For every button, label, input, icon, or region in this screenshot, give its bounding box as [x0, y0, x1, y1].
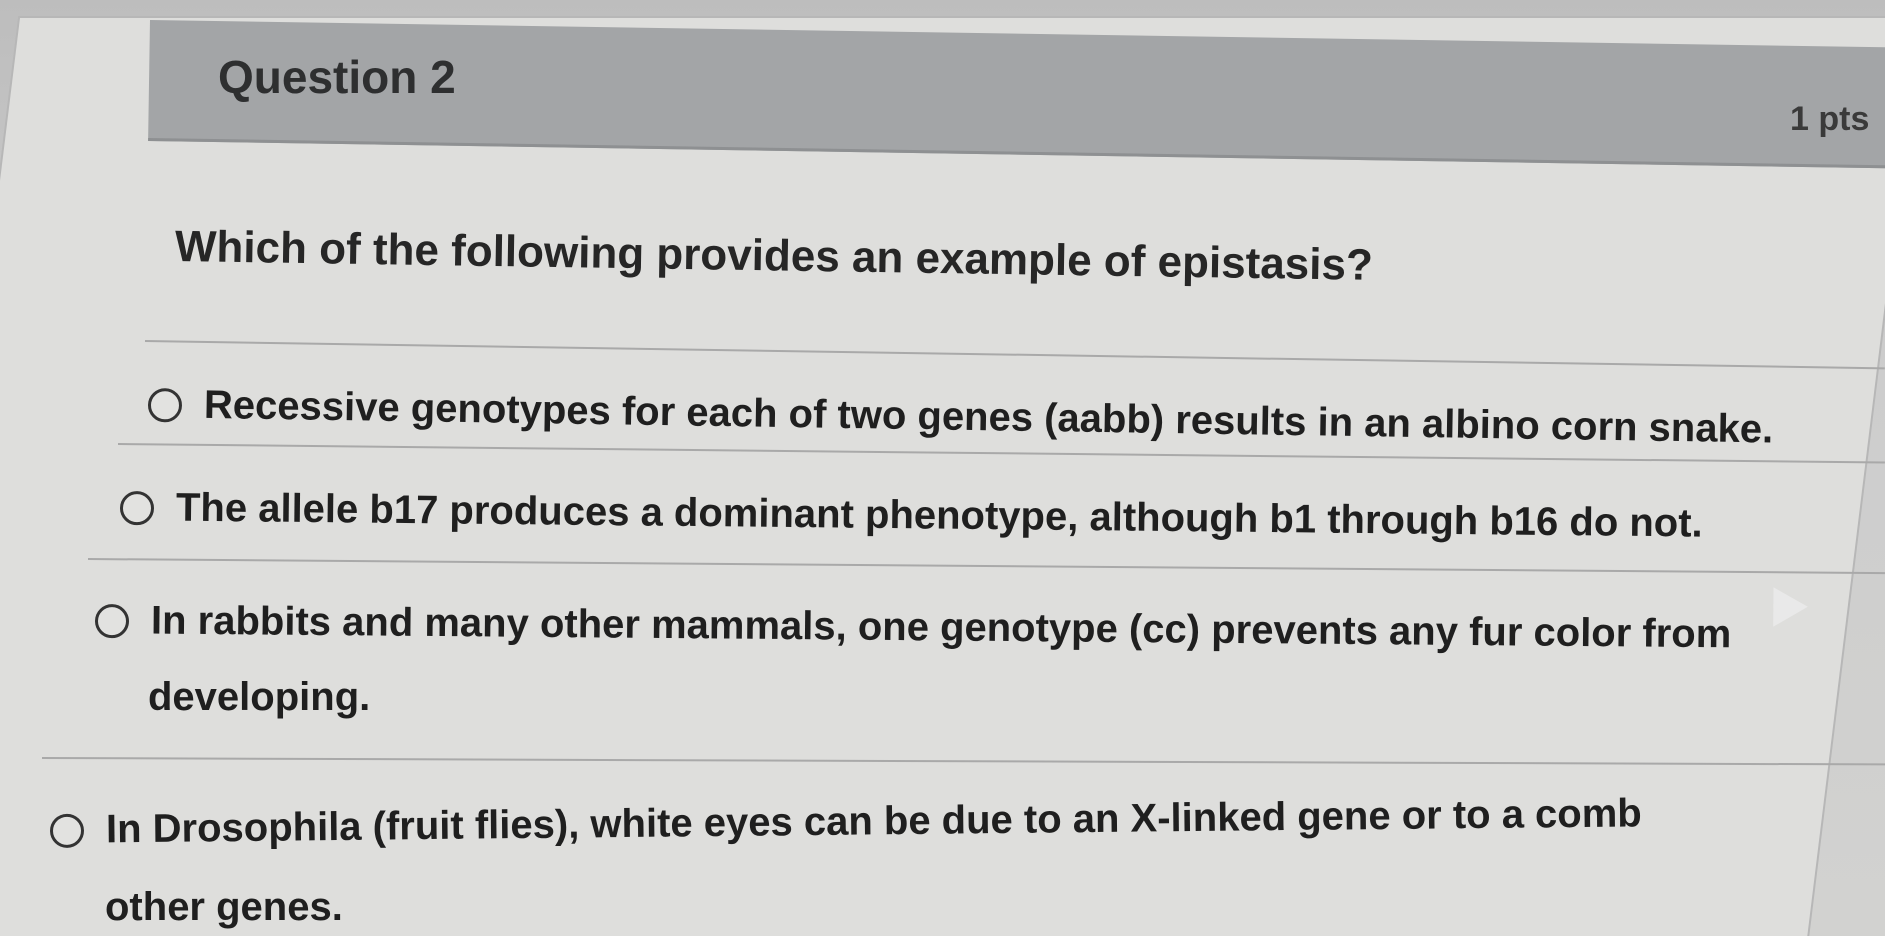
radio-button-icon[interactable] — [119, 490, 155, 525]
radio-button-icon[interactable] — [94, 603, 130, 638]
answer-option-text-continued: other genes. — [105, 885, 343, 929]
radio-button-icon[interactable] — [49, 813, 85, 848]
question-title: Question 2 — [218, 51, 456, 103]
answer-option-text-continued: developing. — [148, 675, 371, 719]
radio-button-icon[interactable] — [147, 387, 183, 423]
points-label: 1 pts — [1790, 100, 1870, 138]
quiz-screen: Question 2 1 pts Which of the following … — [0, 0, 1885, 936]
